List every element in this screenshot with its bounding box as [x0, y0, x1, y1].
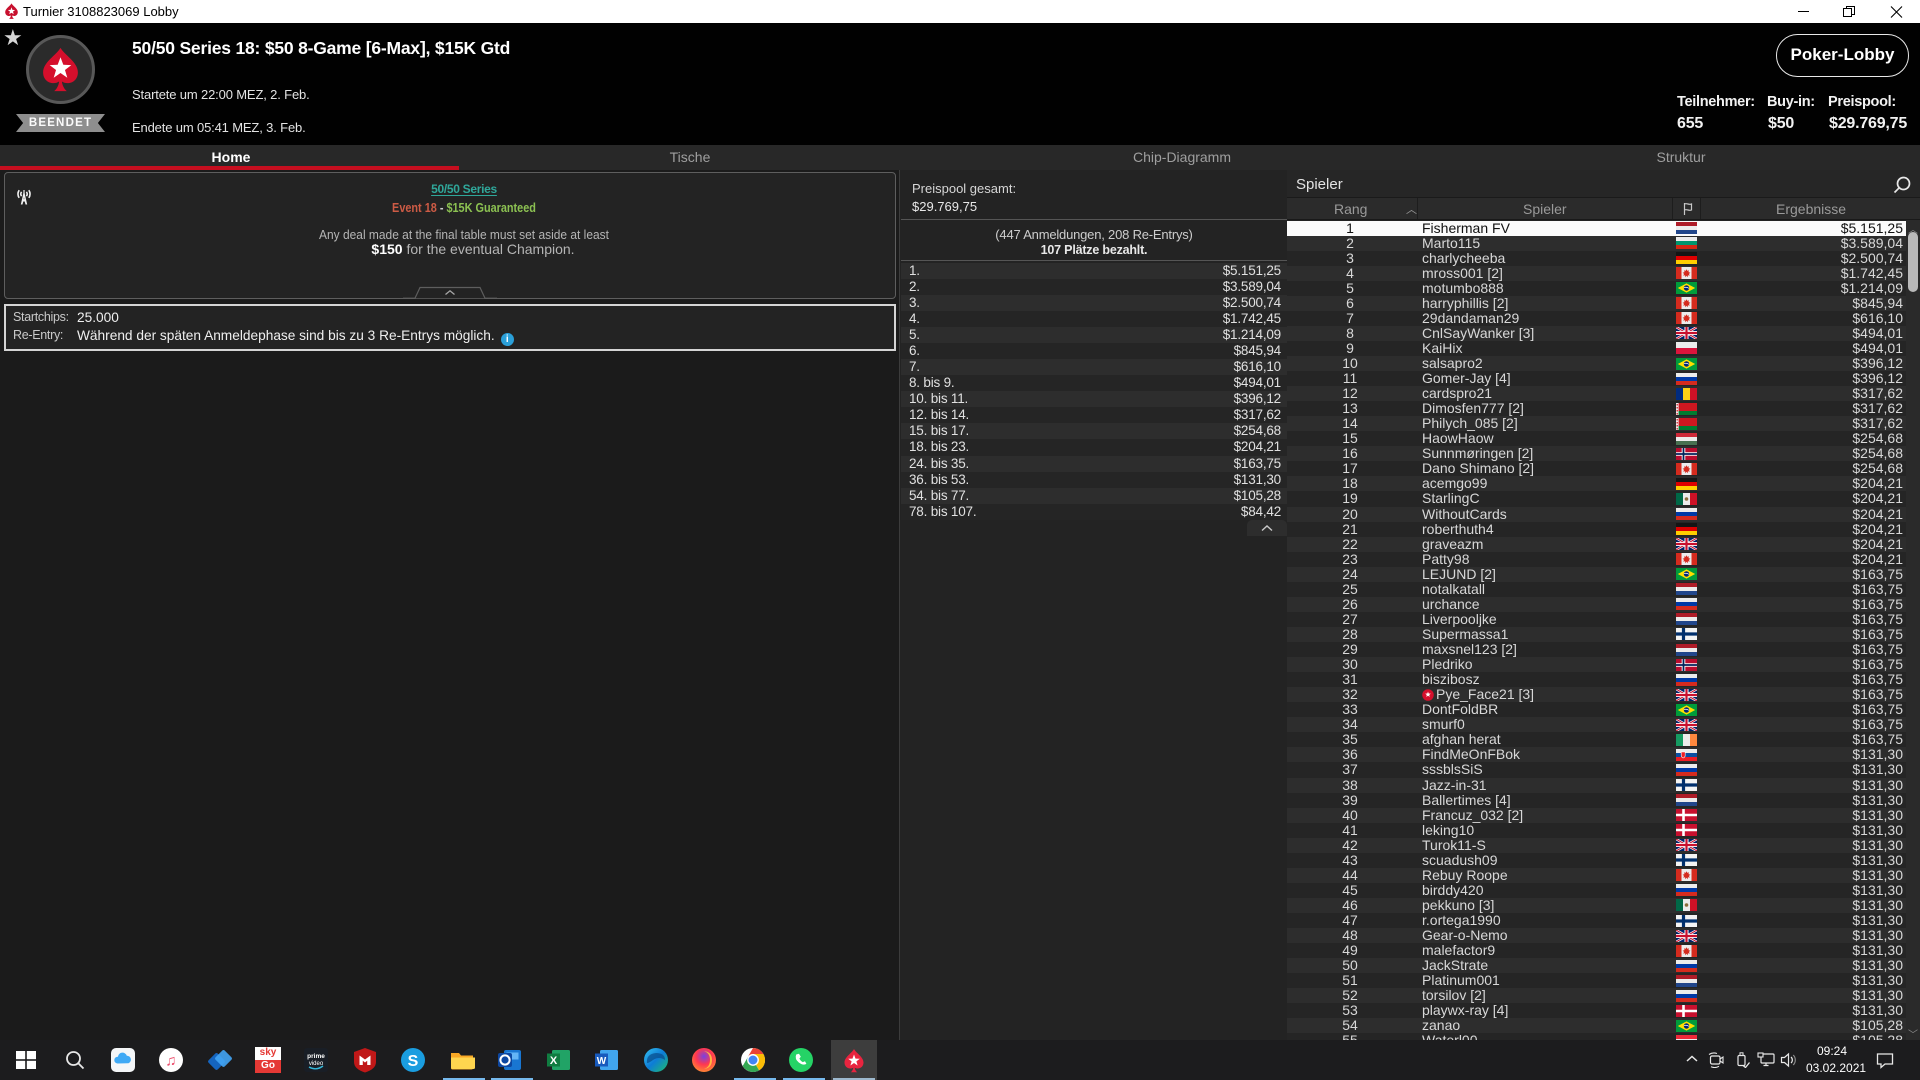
svg-text:X: X: [549, 1055, 557, 1067]
svg-text:♫: ♫: [165, 1053, 176, 1070]
svg-text:video: video: [309, 1061, 324, 1067]
svg-text:prime: prime: [307, 1053, 325, 1060]
svg-text:S: S: [408, 1053, 419, 1070]
svg-text:W: W: [597, 1056, 607, 1067]
